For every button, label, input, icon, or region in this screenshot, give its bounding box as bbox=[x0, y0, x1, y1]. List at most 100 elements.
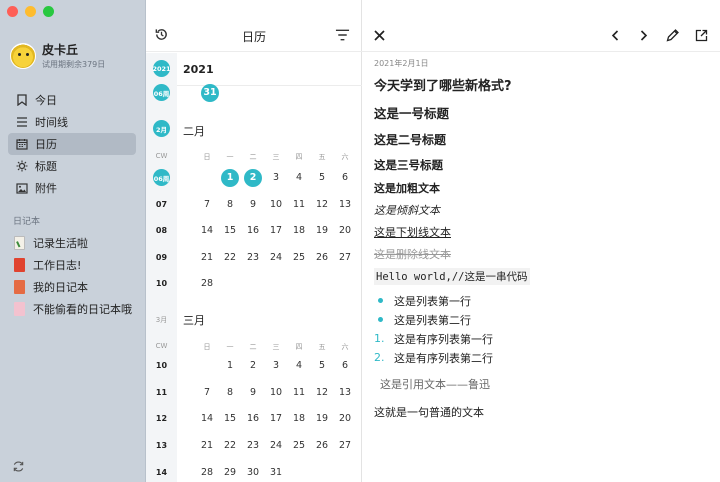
week-number[interactable]: 07 bbox=[146, 200, 177, 209]
calendar-day[interactable]: 14 bbox=[197, 222, 217, 240]
entry-content[interactable]: 2021年2月1日 今天学到了哪些新格式? 这是一号标题 这是二号标题 这是三号… bbox=[374, 58, 714, 426]
chevron-right-icon[interactable] bbox=[636, 28, 651, 43]
month-pill[interactable]: 2月 bbox=[153, 120, 170, 137]
cw-label: CW bbox=[155, 342, 168, 350]
week-number[interactable]: 10 bbox=[146, 361, 177, 370]
chevron-left-icon[interactable] bbox=[608, 28, 623, 43]
sidebar-item-today[interactable]: 今日 bbox=[8, 89, 136, 111]
list-item: 这是列表第一行 bbox=[374, 291, 714, 310]
calendar-day[interactable]: 15 bbox=[220, 222, 240, 240]
week-number[interactable]: 14 bbox=[146, 468, 177, 477]
calendar-day[interactable]: 9 bbox=[243, 196, 263, 214]
zoom-window-button[interactable] bbox=[43, 6, 54, 17]
calendar-day[interactable]: 15 bbox=[220, 410, 240, 428]
sidebar-item-attachments[interactable]: 附件 bbox=[8, 177, 136, 199]
calendar-day[interactable]: 26 bbox=[312, 249, 332, 267]
week-number[interactable]: 09 bbox=[146, 253, 177, 262]
calendar-day[interactable]: 23 bbox=[243, 437, 263, 455]
calendar-day[interactable]: 4 bbox=[289, 357, 309, 375]
calendar-day[interactable]: 8 bbox=[220, 384, 240, 402]
calendar-day[interactable]: 24 bbox=[266, 437, 286, 455]
calendar-day[interactable]: 11 bbox=[289, 384, 309, 402]
calendar-day[interactable]: 21 bbox=[197, 437, 217, 455]
calendar-day[interactable]: 25 bbox=[289, 437, 309, 455]
share-icon[interactable] bbox=[694, 28, 709, 43]
week-number[interactable]: 12 bbox=[146, 414, 177, 423]
calendar-day[interactable]: 24 bbox=[266, 249, 286, 267]
calendar-day[interactable]: 27 bbox=[335, 249, 355, 267]
week-pill[interactable]: 06周 bbox=[153, 84, 170, 101]
calendar-day[interactable]: 5 bbox=[312, 169, 332, 187]
journal-item[interactable]: 不能偷看的日记本哦 bbox=[8, 298, 136, 320]
calendar-day[interactable]: 11 bbox=[289, 196, 309, 214]
filter-icon[interactable] bbox=[335, 28, 350, 42]
calendar-day[interactable]: 18 bbox=[289, 410, 309, 428]
calendar-day[interactable]: 20 bbox=[335, 222, 355, 240]
calendar-day[interactable]: 1 bbox=[220, 357, 240, 375]
calendar-day[interactable]: 12 bbox=[312, 196, 332, 214]
week-number[interactable]: 13 bbox=[146, 441, 177, 450]
journal-item[interactable]: 工作日志! bbox=[8, 254, 136, 276]
journal-item[interactable]: 我的日记本 bbox=[8, 276, 136, 298]
calendar-day[interactable]: 9 bbox=[243, 384, 263, 402]
calendar-day[interactable]: 3 bbox=[266, 169, 286, 187]
year-pill[interactable]: 2021 bbox=[152, 60, 171, 77]
week-number[interactable]: 08 bbox=[146, 226, 177, 235]
bullet-icon bbox=[378, 298, 383, 303]
minimize-window-button[interactable] bbox=[25, 6, 36, 17]
close-window-button[interactable] bbox=[7, 6, 18, 17]
calendar-day[interactable]: 16 bbox=[243, 222, 263, 240]
calendar-day[interactable]: 23 bbox=[243, 249, 263, 267]
list-item-text: 这是有序列表第一行 bbox=[394, 332, 493, 346]
sync-icon[interactable] bbox=[12, 460, 25, 473]
week-pill[interactable]: 06周 bbox=[153, 169, 170, 186]
list-item-text: 这是列表第一行 bbox=[394, 294, 471, 308]
calendar-day[interactable]: 16 bbox=[243, 410, 263, 428]
calendar-day[interactable]: 13 bbox=[335, 384, 355, 402]
week-number[interactable]: 11 bbox=[146, 388, 177, 397]
calendar-day[interactable]: 28 bbox=[197, 464, 217, 482]
calendar-day[interactable]: 12 bbox=[312, 384, 332, 402]
sidebar-item-timeline[interactable]: 时间线 bbox=[8, 111, 136, 133]
calendar-day[interactable]: 6 bbox=[335, 357, 355, 375]
calendar-day[interactable]: 4 bbox=[289, 169, 309, 187]
calendar-day[interactable]: 18 bbox=[289, 222, 309, 240]
calendar-day[interactable]: 28 bbox=[197, 275, 217, 293]
calendar-day[interactable]: 25 bbox=[289, 249, 309, 267]
calendar-day[interactable]: 20 bbox=[335, 410, 355, 428]
calendar-day[interactable]: 2 bbox=[243, 357, 263, 375]
edit-icon[interactable] bbox=[665, 28, 680, 43]
calendar-day[interactable]: 22 bbox=[220, 437, 240, 455]
user-profile[interactable]: 皮卡丘 试用期剩余379日 bbox=[10, 41, 105, 70]
sidebar-item-calendar[interactable]: 日历 bbox=[8, 133, 136, 155]
calendar-day[interactable]: 5 bbox=[312, 357, 332, 375]
calendar-day[interactable]: 17 bbox=[266, 410, 286, 428]
calendar-day[interactable]: 21 bbox=[197, 249, 217, 267]
calendar-day[interactable]: 6 bbox=[335, 169, 355, 187]
sidebar-item-tags[interactable]: 标题 bbox=[8, 155, 136, 177]
journal-item[interactable]: 记录生活啦 bbox=[8, 232, 136, 254]
calendar-day-selected[interactable]: 1 bbox=[221, 169, 239, 187]
calendar-day[interactable]: 31 bbox=[266, 464, 286, 482]
calendar-day[interactable]: 7 bbox=[197, 384, 217, 402]
calendar-day[interactable]: 30 bbox=[243, 464, 263, 482]
calendar-day[interactable]: 19 bbox=[312, 222, 332, 240]
calendar-day[interactable]: 29 bbox=[220, 464, 240, 482]
calendar-day[interactable]: 3 bbox=[266, 357, 286, 375]
calendar-day[interactable]: 26 bbox=[312, 437, 332, 455]
calendar-day[interactable]: 22 bbox=[220, 249, 240, 267]
calendar-day-selected[interactable]: 2 bbox=[244, 169, 262, 187]
calendar-day[interactable]: 8 bbox=[220, 196, 240, 214]
calendar-day[interactable]: 14 bbox=[197, 410, 217, 428]
calendar-day[interactable]: 10 bbox=[266, 384, 286, 402]
calendar-day-selected[interactable]: 31 bbox=[201, 84, 219, 102]
calendar-day[interactable]: 19 bbox=[312, 410, 332, 428]
close-icon[interactable] bbox=[372, 28, 387, 43]
journals-section-label: 日记本 bbox=[13, 217, 41, 227]
calendar-day[interactable]: 7 bbox=[197, 196, 217, 214]
week-number[interactable]: 10 bbox=[146, 279, 177, 288]
calendar-day[interactable]: 27 bbox=[335, 437, 355, 455]
calendar-day[interactable]: 10 bbox=[266, 196, 286, 214]
calendar-day[interactable]: 17 bbox=[266, 222, 286, 240]
calendar-day[interactable]: 13 bbox=[335, 196, 355, 214]
